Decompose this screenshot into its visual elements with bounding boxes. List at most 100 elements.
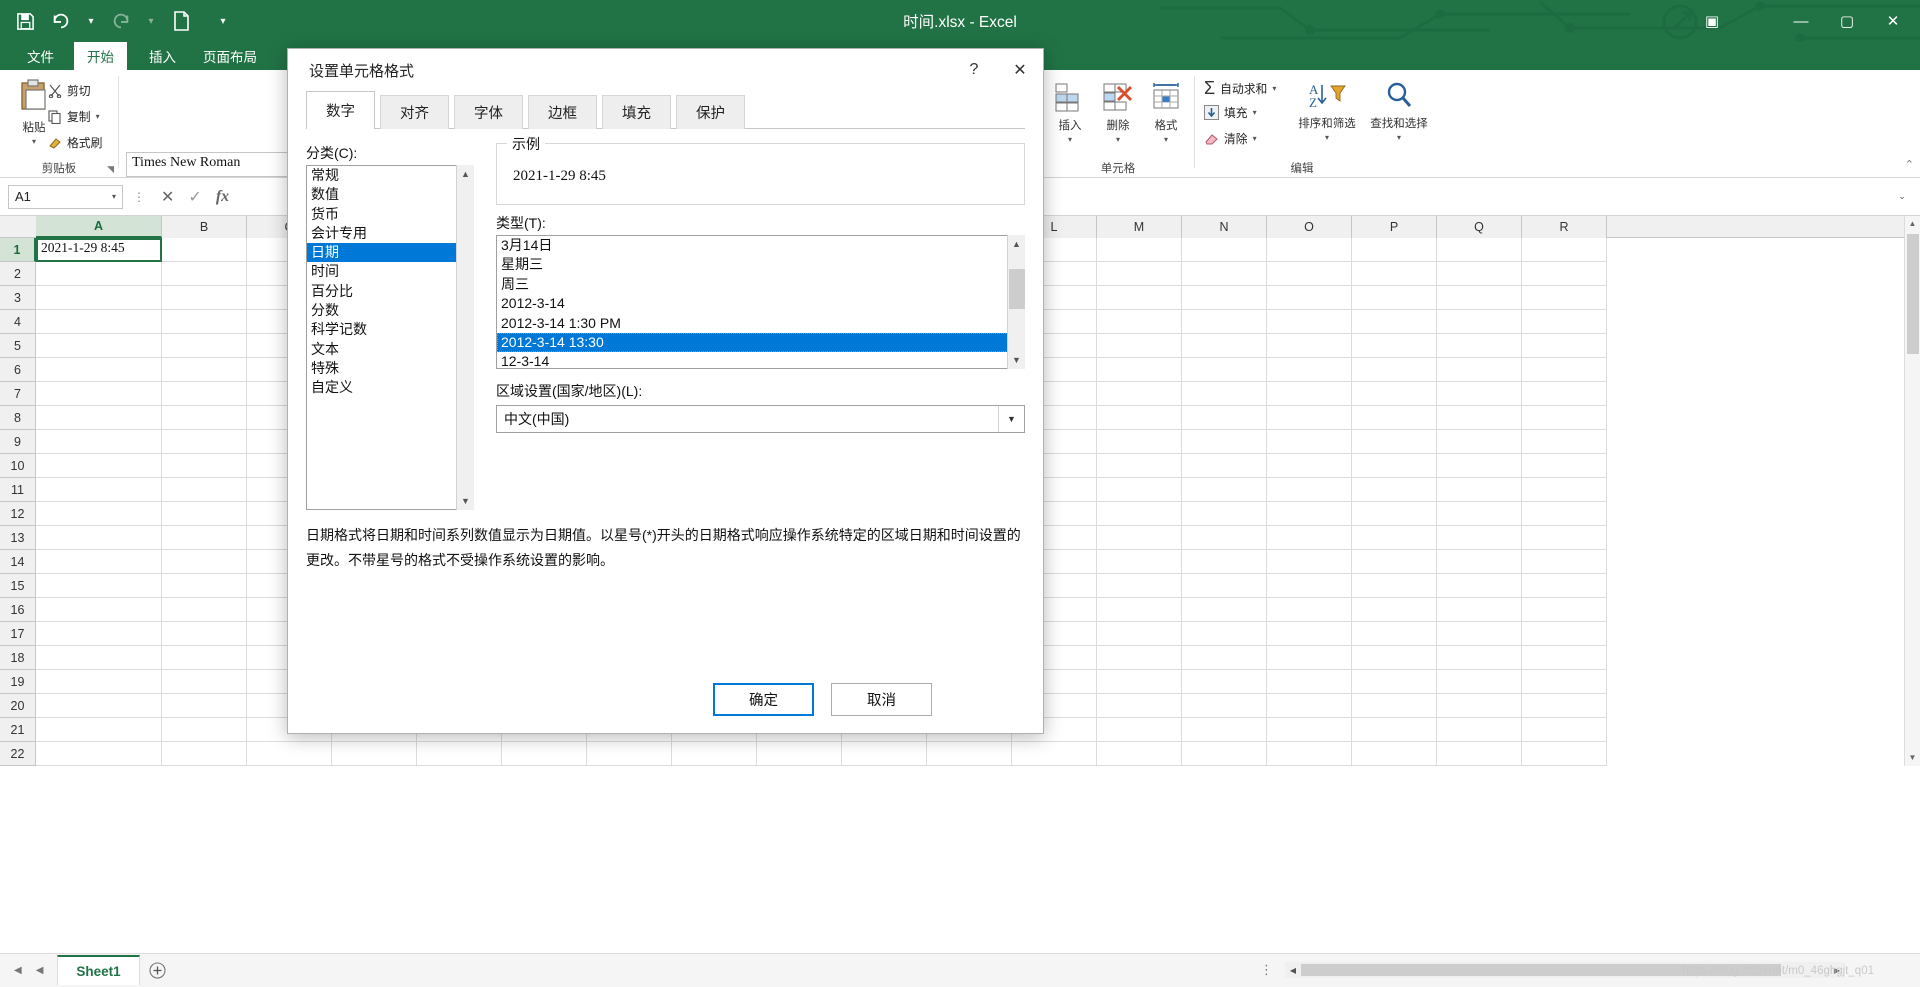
grid-cell[interactable]	[1352, 526, 1437, 550]
new-doc-icon[interactable]	[164, 4, 198, 38]
format-caret-icon[interactable]: ▾	[1164, 135, 1168, 144]
insert-cells-button[interactable]: 插入 ▾	[1046, 82, 1094, 145]
formula-bar-tools[interactable]: ✕ ✓ fx	[161, 187, 229, 207]
grid-cell[interactable]	[1522, 718, 1607, 742]
grid-cell[interactable]	[1097, 622, 1182, 646]
grid-cell[interactable]	[1097, 358, 1182, 382]
row-header-9[interactable]: 9	[0, 430, 36, 454]
grid-cell[interactable]	[1097, 598, 1182, 622]
grid-cell[interactable]	[1352, 238, 1437, 262]
sheet-tab-bar[interactable]: ◀ ◀ Sheet1	[0, 953, 176, 987]
active-cell[interactable]: 2021-1-29 8:45	[36, 238, 162, 262]
grid-cell[interactable]	[1522, 406, 1607, 430]
ribbon-collapse-icon[interactable]: ⌃	[1905, 158, 1914, 171]
redo-dropdown-icon[interactable]: ▾	[140, 4, 162, 38]
grid-cell[interactable]	[1352, 622, 1437, 646]
grid-cell[interactable]	[1352, 262, 1437, 286]
grid-cell[interactable]	[1437, 718, 1522, 742]
type-item[interactable]: 周三	[497, 275, 1024, 294]
grid-cell[interactable]	[1437, 238, 1522, 262]
grid-cell[interactable]	[1352, 310, 1437, 334]
sheet-nav-first-icon[interactable]: ◀	[14, 965, 22, 976]
row-header-12[interactable]: 12	[0, 502, 36, 526]
category-item[interactable]: 货币	[307, 205, 473, 224]
grid-cell[interactable]	[36, 262, 162, 286]
grid-cell[interactable]	[1352, 574, 1437, 598]
grid-cell[interactable]	[36, 622, 162, 646]
type-item[interactable]: 2012-3-14 1:30 PM	[497, 314, 1024, 333]
grid-cell[interactable]	[1097, 382, 1182, 406]
copy-caret-icon[interactable]: ▾	[96, 112, 100, 121]
confirm-entry-icon[interactable]: ✓	[188, 187, 201, 207]
grid-cell[interactable]	[1267, 310, 1352, 334]
vertical-scroll-thumb[interactable]	[1907, 234, 1919, 354]
grid-cell[interactable]	[162, 406, 247, 430]
grid-cell[interactable]	[247, 742, 332, 766]
grid-cell[interactable]	[162, 502, 247, 526]
grid-cell[interactable]	[1522, 262, 1607, 286]
delete-cells-button[interactable]: 删除 ▾	[1094, 82, 1142, 145]
sort-filter-button[interactable]: A Z 排序和筛选 ▾	[1292, 80, 1362, 143]
grid-cell[interactable]	[1267, 430, 1352, 454]
grid-cell[interactable]	[36, 550, 162, 574]
grid-cell[interactable]	[1097, 238, 1182, 262]
grid-cell[interactable]	[1437, 550, 1522, 574]
category-item[interactable]: 时间	[307, 262, 473, 281]
category-item[interactable]: 日期	[307, 243, 473, 263]
row-header-7[interactable]: 7	[0, 382, 36, 406]
category-item[interactable]: 文本	[307, 340, 473, 359]
grid-cell[interactable]	[1437, 694, 1522, 718]
grid-cell[interactable]	[1352, 646, 1437, 670]
grid-cell[interactable]	[1437, 622, 1522, 646]
type-scroll-up-icon[interactable]: ▲	[1008, 235, 1025, 253]
grid-cell[interactable]	[36, 454, 162, 478]
grid-cell[interactable]	[1097, 454, 1182, 478]
grid-cell[interactable]	[1097, 502, 1182, 526]
grid-cell[interactable]	[36, 334, 162, 358]
grid-cell[interactable]	[1182, 454, 1267, 478]
autosum-button[interactable]: Σ 自动求和 ▾	[1204, 78, 1276, 99]
row-header-17[interactable]: 17	[0, 622, 36, 646]
grid-cell[interactable]	[1182, 382, 1267, 406]
dialog-title-buttons[interactable]: ? ✕	[951, 49, 1043, 91]
grid-cell[interactable]	[587, 742, 672, 766]
save-icon[interactable]	[8, 4, 42, 38]
grid-cell[interactable]	[162, 598, 247, 622]
grid-cell[interactable]	[1437, 598, 1522, 622]
category-item[interactable]: 科学记数	[307, 320, 473, 339]
grid-cell[interactable]	[1437, 382, 1522, 406]
row-header-3[interactable]: 3	[0, 286, 36, 310]
grid-cell[interactable]	[1522, 358, 1607, 382]
name-box-caret-icon[interactable]: ▾	[112, 192, 116, 201]
category-item[interactable]: 自定义	[307, 378, 473, 397]
category-item[interactable]: 数值	[307, 185, 473, 204]
grid-cell[interactable]	[1437, 670, 1522, 694]
grid-cell[interactable]	[1352, 694, 1437, 718]
grid-cell[interactable]	[162, 310, 247, 334]
grid-cell[interactable]	[1437, 406, 1522, 430]
grid-cell[interactable]	[1097, 550, 1182, 574]
cancel-entry-icon[interactable]: ✕	[161, 187, 174, 207]
type-item[interactable]: 12-3-14	[497, 352, 1024, 368]
category-list[interactable]: 常规 数值 货币 会计专用 日期 时间 百分比 分数 科学记数 文本 特殊 自定义	[306, 165, 474, 510]
grid-cell[interactable]	[1182, 478, 1267, 502]
row-header-15[interactable]: 15	[0, 574, 36, 598]
grid-cell[interactable]	[1437, 646, 1522, 670]
grid-cell[interactable]	[1097, 334, 1182, 358]
cancel-button[interactable]: 取消	[831, 683, 932, 716]
grid-cell[interactable]	[842, 742, 927, 766]
grid-cell[interactable]	[1352, 406, 1437, 430]
row-header-13[interactable]: 13	[0, 526, 36, 550]
grid-cell[interactable]	[1437, 574, 1522, 598]
grid-cell[interactable]	[162, 526, 247, 550]
grid-cell[interactable]	[1437, 310, 1522, 334]
grid-cell[interactable]	[162, 742, 247, 766]
dialog-tab-2[interactable]: 字体	[454, 95, 523, 129]
grid-cell[interactable]	[927, 742, 1012, 766]
grid-cell[interactable]	[1522, 238, 1607, 262]
row-header-22[interactable]: 22	[0, 742, 36, 766]
grid-cell[interactable]	[1267, 454, 1352, 478]
grid-cell[interactable]	[1097, 406, 1182, 430]
grid-cell[interactable]	[1437, 430, 1522, 454]
column-header-B[interactable]: B	[162, 216, 247, 238]
